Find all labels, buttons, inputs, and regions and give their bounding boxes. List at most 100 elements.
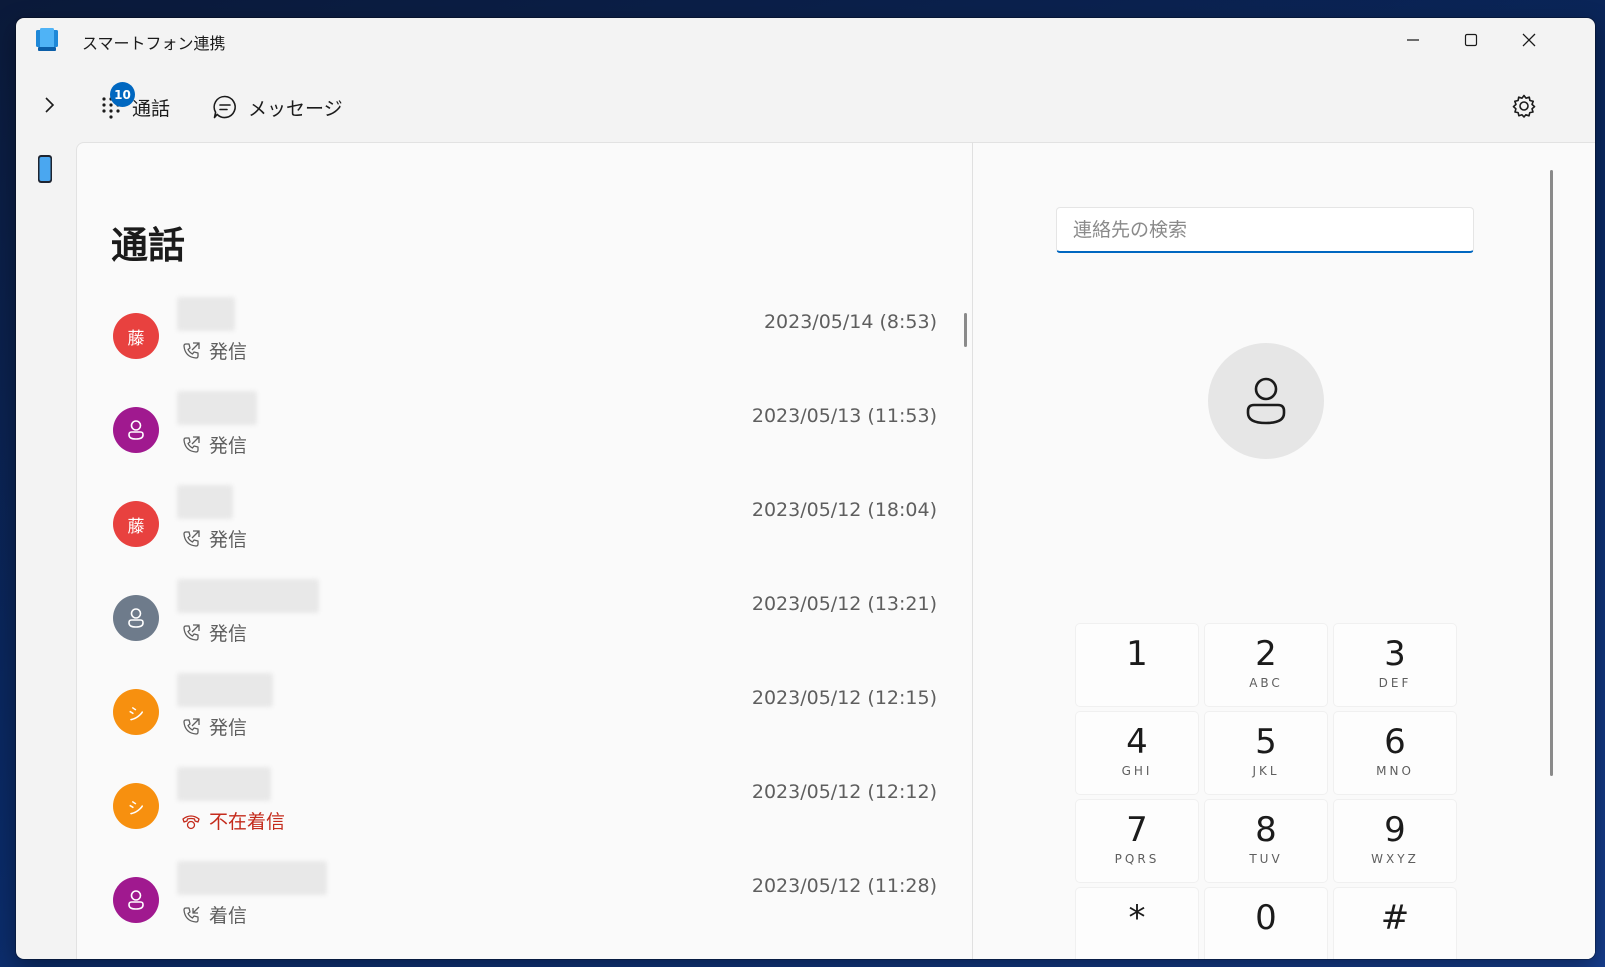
outgoing-call-icon [181,529,209,549]
call-type: 発信 [181,713,247,740]
title-bar: スマートフォン連携 [16,18,1595,62]
call-type: 発信 [181,619,247,646]
tab-messages[interactable]: メッセージ [212,86,343,128]
person-icon [128,890,144,910]
dialpad-key[interactable]: 3 DEF [1334,624,1456,706]
dialpad-digit: 3 [1384,634,1406,674]
contact-name-redacted [177,767,271,801]
dialpad-key[interactable]: 7 PQRS [1076,800,1198,882]
missed-call-icon [181,811,209,831]
call-type-label: 着信 [209,905,248,927]
incoming-call-icon [181,905,209,925]
dialer-scrollbar[interactable] [1550,170,1553,776]
dialpad-digit: 0 [1255,898,1277,938]
call-list-scrollbar[interactable] [964,313,967,347]
call-type-label: 発信 [209,435,248,457]
contact-name-redacted [177,485,233,519]
call-list-item[interactable]: 発信 2023/05/12 (13:21) [77,575,973,669]
dialpad-key[interactable]: * [1076,888,1198,959]
call-type: 発信 [181,337,247,364]
contact-avatar: シ [113,783,159,829]
dialpad-key[interactable]: 2 ABC [1205,624,1327,706]
person-icon [1246,377,1286,425]
window-title: スマートフォン連携 [82,34,226,53]
call-list-item[interactable]: 着信 2023/05/12 (11:28) [77,857,973,951]
dialpad-digit: 6 [1384,722,1406,762]
page-title: 通話 [111,224,185,267]
contact-name-redacted [177,673,273,707]
call-type-label: 不在着信 [209,811,286,833]
call-type: 着信 [181,901,247,928]
call-list-item[interactable]: 発信 2023/05/13 (11:53) [77,387,973,481]
expand-nav-button[interactable] [34,90,64,120]
person-icon [128,608,144,628]
dialpad-digit: 2 [1255,634,1277,674]
call-timestamp: 2023/05/12 (18:04) [751,499,937,521]
contact-name-redacted [177,861,327,895]
call-type-label: 発信 [209,717,248,739]
dialpad-letters: ABC [1249,676,1283,690]
call-list-item[interactable]: シ不在着信 2023/05/12 (12:12) [77,763,973,857]
dialpad-key[interactable]: 6 MNO [1334,712,1456,794]
dialpad-key[interactable]: 4 GHI [1076,712,1198,794]
call-type-label: 発信 [209,623,248,645]
dialpad-letters: WXYZ [1371,852,1419,866]
settings-button[interactable] [1506,88,1542,124]
dialpad-key[interactable]: # [1334,888,1456,959]
contact-search-input[interactable] [1071,208,1455,252]
call-type: 発信 [181,525,247,552]
outgoing-call-icon [181,435,209,455]
maximize-button[interactable] [1442,18,1500,62]
dialpad-key[interactable]: 9 WXYZ [1334,800,1456,882]
call-type-label: 発信 [209,341,248,363]
contact-avatar: シ [113,689,159,735]
dialpad-key[interactable]: 0 [1205,888,1327,959]
outgoing-call-icon [181,717,209,737]
call-type: 不在着信 [181,807,285,834]
dialpad-letters: MNO [1376,764,1414,778]
close-icon [1522,33,1536,47]
dialpad-letters: JKL [1252,764,1280,778]
dialpad-key[interactable]: 5 JKL [1205,712,1327,794]
dialpad-letters: TUV [1249,852,1283,866]
tab-messages-label: メッセージ [248,97,343,120]
maximize-icon [1464,33,1478,47]
dialpad-letters: GHI [1121,764,1153,778]
contact-avatar: 藤 [113,501,159,547]
dialpad-digit: 7 [1126,810,1148,850]
close-button[interactable] [1500,18,1558,62]
contact-search-box[interactable] [1056,207,1474,253]
dialpad-digit: 4 [1126,722,1148,762]
call-timestamp: 2023/05/12 (12:12) [751,781,937,803]
contact-name-redacted [177,297,235,331]
call-list-item[interactable]: シ発信 2023/05/12 (12:15) [77,669,973,763]
dialpad-letters: DEF [1378,676,1412,690]
call-list-item[interactable]: 藤発信 2023/05/12 (18:04) [77,481,973,575]
tab-calls-label: 通話 [132,97,171,120]
dialpad-key[interactable]: 1 [1076,624,1198,706]
call-type-label: 発信 [209,529,248,551]
contact-name-redacted [177,579,319,613]
call-timestamp: 2023/05/12 (12:15) [751,687,937,709]
chat-bubble-icon [213,95,236,119]
dialpad-digit: 8 [1255,810,1277,850]
contact-name-redacted [177,391,257,425]
call-timestamp: 2023/05/14 (8:53) [763,311,937,333]
dialpad-key[interactable]: 8 TUV [1205,800,1327,882]
call-timestamp: 2023/05/13 (11:53) [751,405,937,427]
outgoing-call-icon [181,623,209,643]
dialer-pane: 1 2 ABC 3 DEF 4 GHI 5 JKL 6 MNO 7 PQRS 8 TUV 9 WXYZ * 0 # [973,142,1595,959]
call-timestamp: 2023/05/12 (11:28) [751,875,937,897]
app-window: スマートフォン連携 通話 10 メッセージ 通話 藤 発信 2023/05/14… [16,18,1595,959]
contact-avatar: 藤 [113,313,159,359]
call-list-item[interactable]: 藤発信 2023/05/14 (8:53) [77,293,973,387]
calls-badge: 10 [110,82,135,107]
person-icon [128,420,144,440]
contact-avatar [113,407,159,453]
minimize-button[interactable] [1384,18,1442,62]
contact-avatar [1208,343,1324,459]
dialpad-digit: * [1128,898,1146,938]
call-timestamp: 2023/05/12 (13:21) [751,593,937,615]
chevron-right-icon [45,97,55,113]
phone-device-icon[interactable] [36,154,54,184]
